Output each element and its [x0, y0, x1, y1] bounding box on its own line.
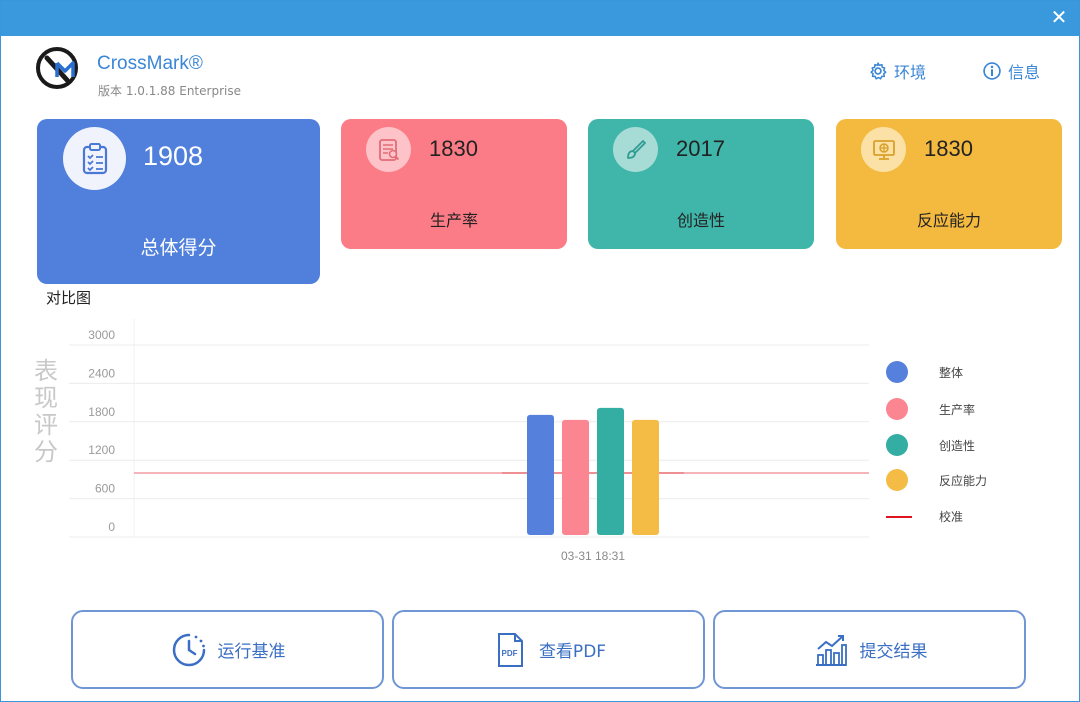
- bar-2[interactable]: [597, 407, 624, 535]
- bar-0[interactable]: [527, 414, 554, 535]
- gear-icon: [870, 62, 887, 80]
- app-version: 版本 1.0.1.88 Enterprise: [98, 84, 241, 98]
- legend-label: 反应能力: [939, 474, 988, 488]
- legend-swatch: [886, 469, 908, 491]
- monitor-globe-icon: [861, 127, 906, 172]
- productivity-label: 生产率: [429, 211, 478, 230]
- brush-icon: [613, 127, 658, 172]
- legend-label: 整体: [939, 366, 964, 380]
- responsiveness-card: 1830 反应能力: [836, 119, 1062, 249]
- close-button[interactable]: ✕: [1047, 5, 1071, 29]
- creativity-card: 2017 创造性: [588, 119, 814, 249]
- legend-swatch: [886, 361, 908, 383]
- submit-results-label: 提交结果: [859, 642, 928, 662]
- legend-label: 创造性: [939, 439, 976, 453]
- y-tick-label: 3000: [88, 328, 115, 342]
- close-icon: ✕: [1050, 5, 1068, 29]
- total-score-value: 1908: [143, 141, 204, 171]
- y-tick-label: 1200: [88, 443, 115, 457]
- legend-swatch: [886, 434, 908, 456]
- legend-item[interactable]: 整体: [886, 361, 963, 383]
- legend-label: 校准: [939, 510, 964, 524]
- view-pdf-label: 查看PDF: [538, 642, 607, 662]
- info-label: 信息: [1008, 63, 1041, 82]
- run-benchmark-button[interactable]: 运行基准: [71, 610, 384, 689]
- legend-item[interactable]: 反应能力: [886, 469, 987, 491]
- clock-icon: [172, 633, 205, 666]
- y-tick-label: 2400: [88, 366, 115, 380]
- total-score-label: 总体得分: [140, 237, 217, 259]
- app-window: ✕ CrossMark® 版本 1.0.1.88 Enterprise 环境 信…: [0, 0, 1080, 702]
- submit-results-button[interactable]: 提交结果: [713, 610, 1026, 689]
- pdf-file-icon: PDF: [497, 632, 523, 667]
- info-icon: [983, 62, 1001, 80]
- growth-chart-icon: [815, 634, 847, 666]
- responsiveness-label: 反应能力: [916, 211, 981, 230]
- clipboard-icon: [63, 127, 126, 190]
- productivity-card: 1830 生产率: [341, 119, 567, 249]
- info-button[interactable]: 信息: [982, 59, 1040, 83]
- legend-line-swatch: [886, 516, 912, 518]
- responsiveness-value: 1830: [924, 136, 973, 161]
- legend-item[interactable]: 生产率: [886, 398, 975, 420]
- productivity-value: 1830: [429, 136, 478, 161]
- bar-3[interactable]: [632, 419, 659, 535]
- comparison-chart: 0 600 1200 1800 2400 3000 03-31 18:31: [69, 319, 869, 563]
- crossmark-logo: [36, 47, 78, 89]
- run-benchmark-label: 运行基准: [217, 642, 286, 662]
- y-tick-label: 1800: [88, 405, 115, 419]
- view-pdf-button[interactable]: PDF 查看PDF: [392, 610, 705, 689]
- legend-item[interactable]: 创造性: [886, 434, 975, 456]
- creativity-label: 创造性: [676, 211, 725, 230]
- creativity-value: 2017: [676, 136, 725, 161]
- bar-1[interactable]: [562, 419, 589, 535]
- y-tick-label: 600: [95, 482, 115, 496]
- title-bar[interactable]: ✕: [1, 1, 1079, 36]
- document-search-icon: [366, 127, 411, 172]
- x-tick-label: 03-31 18:31: [561, 549, 625, 563]
- legend-item[interactable]: 校准: [886, 506, 963, 524]
- legend-label: 生产率: [939, 403, 976, 417]
- y-tick-label: 0: [108, 520, 115, 534]
- environment-label: 环境: [894, 63, 927, 82]
- svg-text:PDF: PDF: [501, 649, 517, 658]
- total-score-card: 1908 总体得分: [37, 119, 320, 284]
- legend-swatch: [886, 398, 908, 420]
- environment-button[interactable]: 环境: [868, 59, 926, 83]
- app-name: CrossMark®: [97, 53, 203, 74]
